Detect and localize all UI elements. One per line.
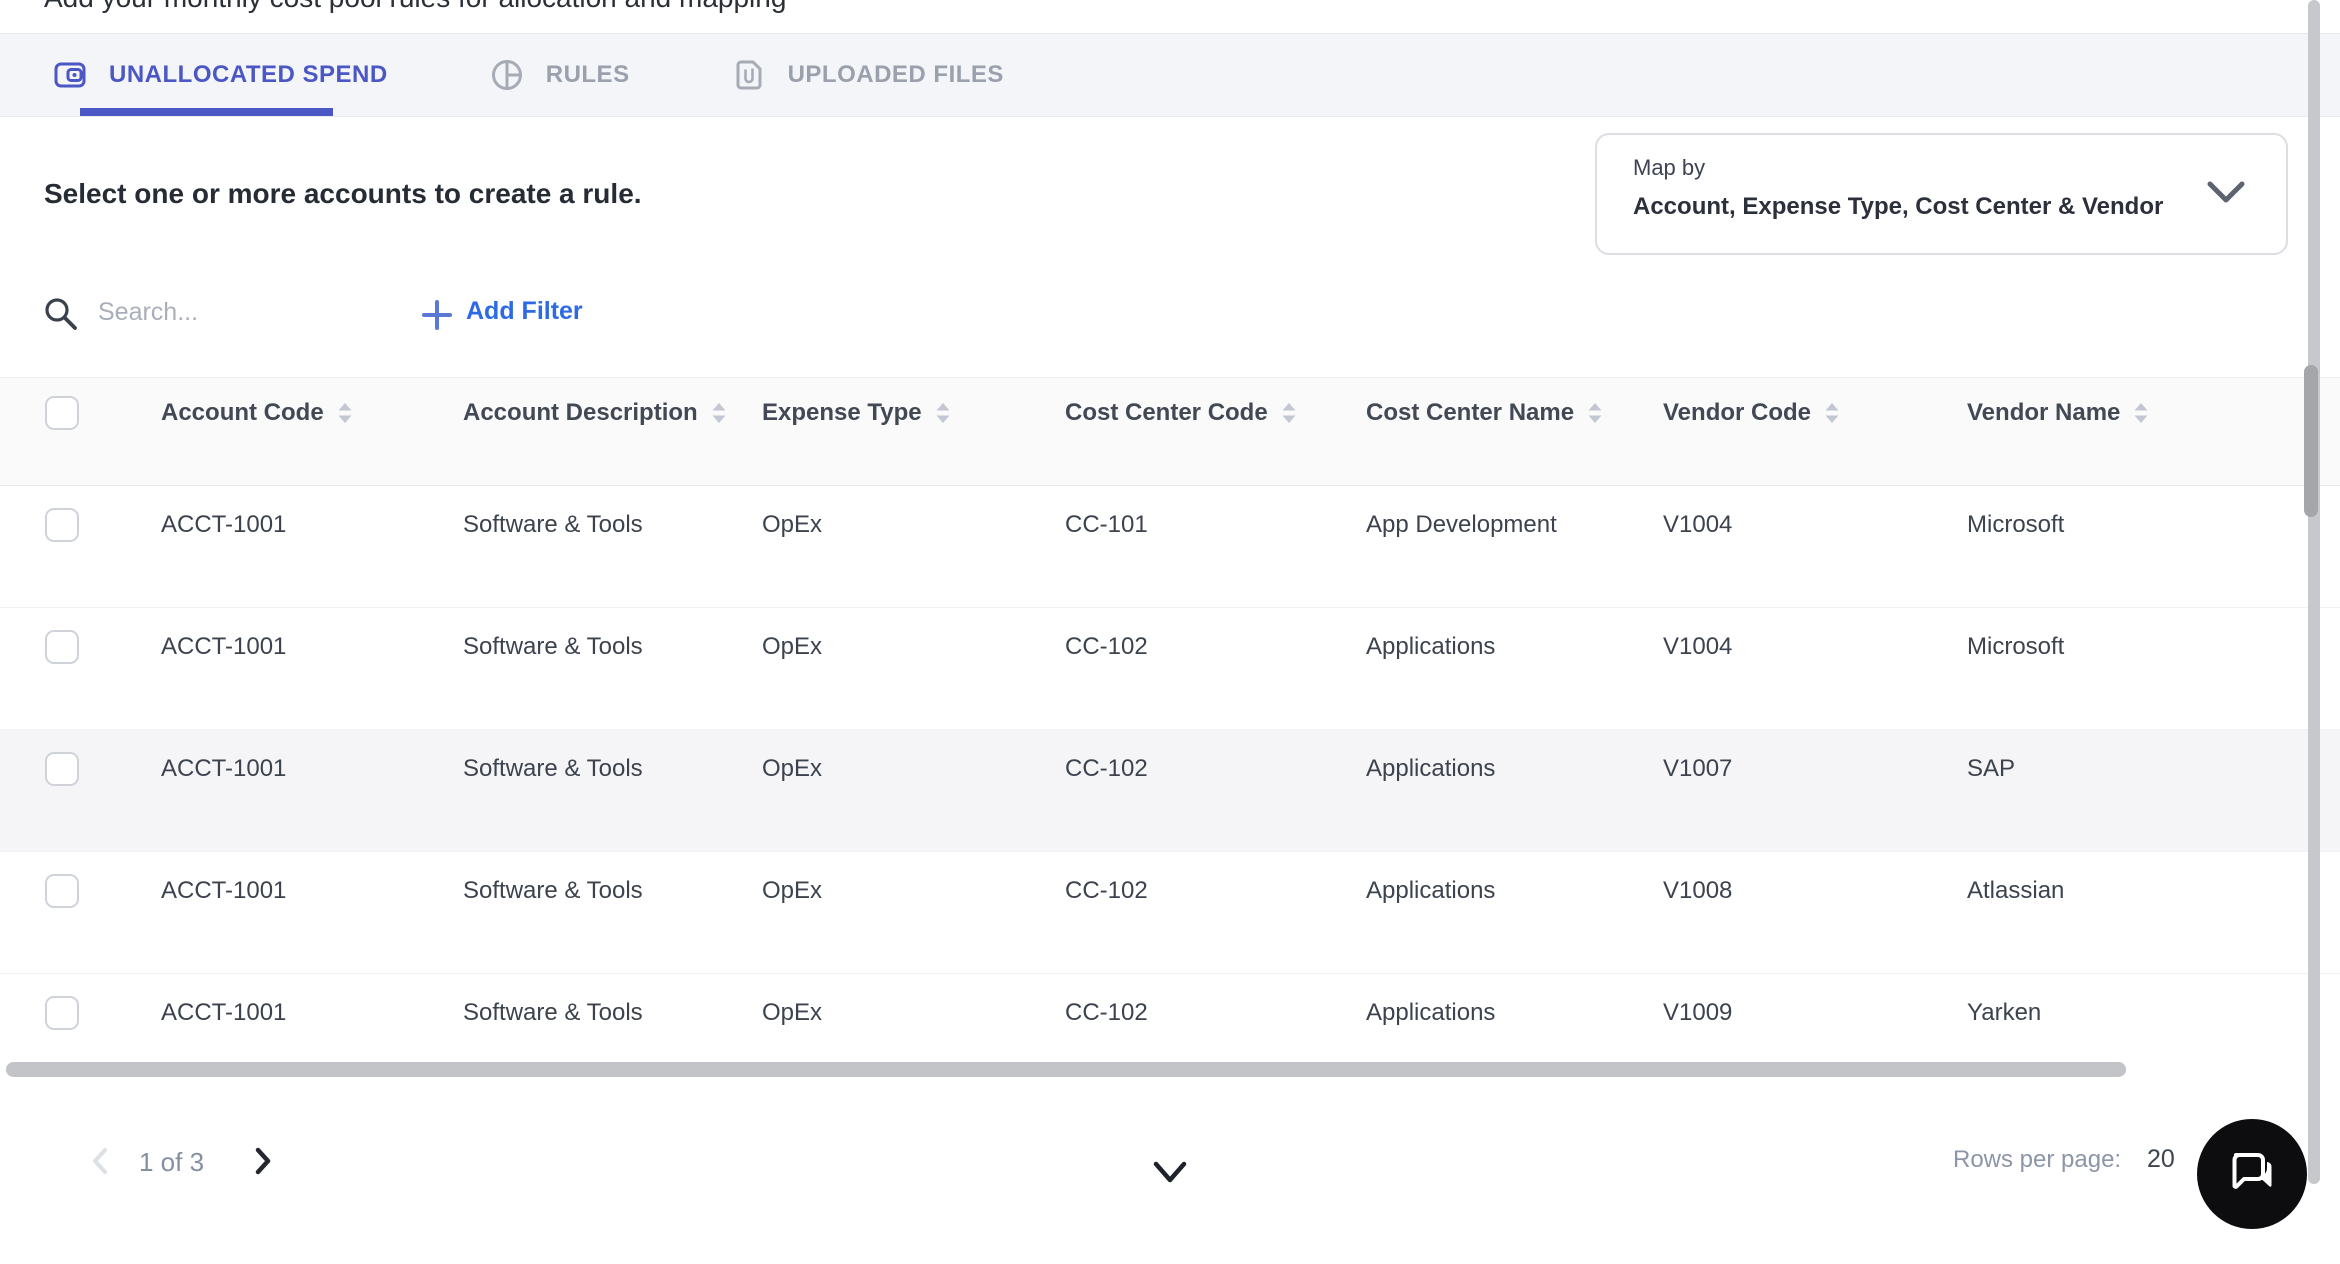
tab-uploaded-files[interactable]: UPLOADED FILES <box>732 58 1004 92</box>
chevron-right-icon[interactable] <box>253 1146 273 1181</box>
tab-label: UNALLOCATED SPEND <box>109 61 388 88</box>
chevron-down-icon <box>2206 179 2246 210</box>
table-row[interactable]: ACCT-1001 Software & Tools OpEx CC-101 A… <box>0 486 2340 608</box>
rows-per-page-value[interactable]: 20 <box>2147 1145 2175 1174</box>
plus-icon <box>421 299 453 336</box>
column-header[interactable]: Expense Type <box>762 399 1065 427</box>
sort-icon[interactable] <box>710 401 728 425</box>
select-all-checkbox[interactable] <box>45 396 79 431</box>
chevron-left-icon[interactable] <box>90 1146 110 1181</box>
search-input[interactable] <box>98 294 358 330</box>
column-header[interactable]: Account Code <box>161 399 463 427</box>
file-clip-icon <box>732 58 766 92</box>
row-checkbox[interactable] <box>45 996 79 1030</box>
active-tab-indicator <box>80 108 333 116</box>
tab-label: UPLOADED FILES <box>787 61 1004 88</box>
horizontal-scrollbar[interactable] <box>6 1062 2126 1077</box>
sort-icon[interactable] <box>1280 401 1298 425</box>
map-by-value: Account, Expense Type, Cost Center & Ven… <box>1633 193 2164 220</box>
table-header-row: Account Code Account Description Expense… <box>0 377 2340 486</box>
pie-chart-icon <box>490 58 524 92</box>
search-icon <box>42 295 80 338</box>
tab-label: RULES <box>545 61 630 88</box>
row-checkbox[interactable] <box>45 629 79 664</box>
chat-icon <box>2224 1144 2280 1205</box>
page-vertical-scrollbar[interactable] <box>2308 0 2320 1184</box>
chat-fab-button[interactable] <box>2197 1119 2307 1229</box>
row-checkbox[interactable] <box>45 751 79 786</box>
tab-rules[interactable]: RULES <box>490 58 630 92</box>
column-header[interactable]: Account Description <box>463 399 762 427</box>
row-checkbox[interactable] <box>45 507 79 542</box>
table-row[interactable]: ACCT-1001 Software & Tools OpEx CC-102 A… <box>0 608 2340 730</box>
sort-icon[interactable] <box>934 401 952 425</box>
page-indicator: 1 of 3 <box>139 1147 205 1177</box>
column-header[interactable]: Cost Center Code <box>1065 399 1366 427</box>
accounts-table: Account Code Account Description Expense… <box>0 377 2340 1096</box>
sort-icon[interactable] <box>2132 401 2150 425</box>
table-vertical-scrollbar[interactable] <box>2304 365 2318 517</box>
tab-unallocated-spend[interactable]: UNALLOCATED SPEND <box>53 58 388 92</box>
wallet-icon <box>53 58 87 92</box>
sort-icon[interactable] <box>1823 401 1841 425</box>
column-header[interactable]: Vendor Code <box>1663 399 1967 427</box>
row-checkbox[interactable] <box>45 873 79 908</box>
sort-icon[interactable] <box>336 401 354 425</box>
table-row[interactable]: ACCT-1001 Software & Tools OpEx CC-102 A… <box>0 852 2340 974</box>
column-header[interactable]: Cost Center Name <box>1366 399 1663 427</box>
column-header[interactable]: Vendor Name <box>1967 399 2340 427</box>
add-filter-button[interactable]: Add Filter <box>466 297 583 326</box>
page-title: Select one or more accounts to create a … <box>44 178 642 209</box>
table-row[interactable]: ACCT-1001 Software & Tools OpEx CC-102 A… <box>0 974 2340 1096</box>
sort-icon[interactable] <box>1586 401 1604 425</box>
scroll-down-chevron-icon[interactable] <box>1150 1160 1190 1191</box>
table-row-highlighted[interactable]: ACCT-1001 Software & Tools OpEx CC-102 A… <box>0 730 2340 852</box>
tab-bar: UNALLOCATED SPEND RULES UPLOADED FILES <box>0 33 2340 117</box>
map-by-label: Map by <box>1633 155 1706 180</box>
map-by-select[interactable]: Map by Account, Expense Type, Cost Cente… <box>1595 133 2288 255</box>
page-subtitle: Add your monthly cost pool rules for all… <box>44 0 786 14</box>
rows-per-page-label: Rows per page: <box>1953 1146 2122 1173</box>
